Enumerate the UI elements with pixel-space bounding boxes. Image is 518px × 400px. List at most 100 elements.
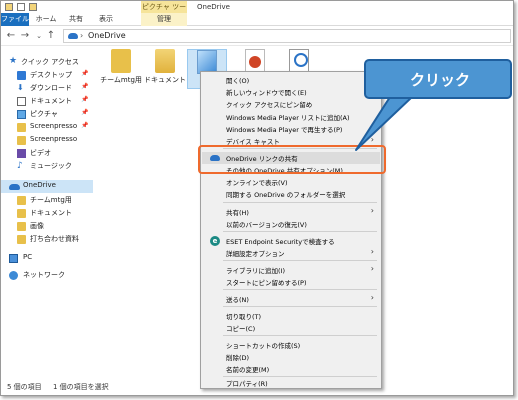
menu-item-pin-quick-access[interactable]: クイック アクセスにピン留め: [202, 98, 380, 110]
sidebar-item-downloads[interactable]: ⬇ ダウンロード 📌: [1, 82, 93, 95]
sidebar-item-desktop[interactable]: デスクトップ 📌: [1, 69, 93, 82]
pin-icon[interactable]: 📌: [81, 96, 88, 103]
menu-item-open-new-window[interactable]: 新しいウィンドウで開く(E): [202, 86, 380, 98]
pin-icon[interactable]: 📌: [81, 109, 88, 116]
sidebar-item-quick-access[interactable]: ★ クイック アクセス: [1, 56, 93, 69]
folder-icon[interactable]: [29, 3, 37, 11]
sidebar-item-label: PC: [23, 253, 33, 261]
menu-item-cut[interactable]: 切り取り(T): [202, 310, 380, 322]
title-bar: ピクチャ ツール OneDrive: [1, 1, 513, 23]
menu-item-label: Windows Media Player リストに追加(A): [226, 114, 350, 122]
recent-chevron-icon[interactable]: ⌄: [33, 30, 45, 42]
menu-item-share[interactable]: 共有(H) ›: [202, 206, 380, 218]
sidebar-item-documents[interactable]: ドキュメント 📌: [1, 95, 93, 108]
forward-arrow-icon[interactable]: →: [19, 30, 31, 42]
sidebar-item-onedrive-documents[interactable]: ドキュメント: [1, 207, 93, 220]
menu-item-label: 新しいウィンドウで開く(E): [226, 89, 307, 97]
menu-item-send-to[interactable]: 送る(N) ›: [202, 293, 380, 305]
sidebar-item-label: ミュージック: [30, 162, 72, 170]
sidebar-item-label: ドキュメント: [30, 209, 72, 217]
sidebar-item-team-mtg[interactable]: チームmtg用: [1, 194, 93, 207]
onedrive-cloud-icon: [9, 184, 20, 190]
pin-icon[interactable]: 📌: [81, 83, 88, 90]
menu-item-label: プロパティ(R): [226, 380, 268, 388]
pin-icon[interactable]: 📌: [81, 70, 88, 77]
folder-icon: [17, 222, 26, 231]
video-icon: [17, 149, 26, 158]
menu-item-eset-scan[interactable]: e ESET Endpoint Securityで検査する: [202, 235, 380, 247]
tab-view[interactable]: 表示: [95, 13, 117, 26]
sidebar-item-screenpresso[interactable]: Screenpresso 📌: [1, 121, 93, 134]
menu-item-delete[interactable]: 削除(D): [202, 351, 380, 363]
sidebar-item-pc[interactable]: PC: [1, 252, 93, 265]
sidebar-item-network[interactable]: ネットワーク: [1, 269, 93, 282]
sidebar-item-meeting-materials[interactable]: 打ち合わせ資料: [1, 233, 93, 246]
quick-access-toolbar-icon[interactable]: [5, 3, 13, 11]
checkbox-icon[interactable]: [17, 3, 25, 11]
sidebar-item-label: ドキュメント: [30, 97, 72, 105]
sidebar-item-label: OneDrive: [23, 181, 56, 189]
sidebar-item-label: ピクチャ: [30, 110, 58, 118]
folder-icon: [17, 136, 26, 145]
eset-icon: e: [210, 236, 220, 246]
sidebar-item-pictures[interactable]: ピクチャ 📌: [1, 108, 93, 121]
menu-item-label: 送る(N): [226, 296, 249, 304]
powerpoint-icon: [245, 49, 265, 73]
picture-tools-header: ピクチャ ツール: [141, 1, 187, 23]
tab-home[interactable]: ホーム: [33, 13, 59, 26]
menu-item-rename[interactable]: 名前の変更(M): [202, 363, 380, 375]
menu-item-open[interactable]: 開く(O): [202, 74, 380, 86]
up-arrow-icon[interactable]: ↑: [45, 30, 57, 42]
pin-icon[interactable]: 📌: [81, 122, 88, 129]
pictures-icon: [17, 110, 26, 119]
menu-item-properties[interactable]: プロパティ(R): [202, 377, 380, 389]
sidebar-item-screenpresso-2[interactable]: Screenpresso: [1, 134, 93, 147]
selected-count: 1 個の項目を選択: [53, 383, 109, 391]
menu-item-choose-onedrive-folders[interactable]: 同期する OneDrive のフォルダーを選択: [202, 188, 380, 200]
folder-icon: [17, 196, 26, 205]
menu-item-label: Windows Media Player で再生する(P): [226, 126, 343, 134]
menu-item-label: ショートカットの作成(S): [226, 342, 301, 350]
download-icon: ⬇: [17, 83, 24, 92]
sidebar-item-label: チームmtg用: [30, 196, 72, 204]
address-row: ← → ⌄ ↑ › OneDrive: [1, 26, 513, 46]
menu-item-add-wmp-list[interactable]: Windows Media Player リストに追加(A): [202, 111, 380, 123]
menu-item-label: コピー(C): [226, 325, 256, 333]
menu-separator: [223, 202, 377, 203]
music-icon: ♪: [17, 161, 23, 171]
submenu-arrow-icon: ›: [370, 247, 374, 256]
item-count: 5 個の項目: [7, 383, 42, 391]
sidebar-item-images[interactable]: 画像: [1, 220, 93, 233]
context-menu: 開く(O) 新しいウィンドウで開く(E) クイック アクセスにピン留め Wind…: [200, 71, 382, 389]
folder-icon: [111, 49, 131, 73]
folder-icon: [17, 235, 26, 244]
breadcrumb[interactable]: OneDrive: [88, 31, 126, 40]
sidebar-item-onedrive[interactable]: OneDrive: [1, 180, 93, 193]
menu-item-pin-to-start[interactable]: スタートにピン留めする(P): [202, 276, 380, 288]
menu-item-restore-previous-versions[interactable]: 以前のバージョンの復元(V): [202, 218, 380, 230]
folder-icon: [17, 123, 26, 132]
back-arrow-icon[interactable]: ←: [5, 30, 17, 42]
tab-file[interactable]: ファイル: [1, 13, 29, 26]
tab-manage[interactable]: 管理: [141, 13, 187, 26]
menu-item-play-wmp[interactable]: Windows Media Player で再生する(P): [202, 123, 380, 135]
address-bar[interactable]: › OneDrive: [63, 29, 511, 43]
menu-item-view-online[interactable]: オンラインで表示(V): [202, 176, 380, 188]
onedrive-cloud-icon: [68, 33, 78, 39]
file-item[interactable]: チームmtg用: [99, 49, 143, 85]
callout-label: クリック: [409, 71, 470, 89]
file-item[interactable]: [233, 49, 277, 73]
menu-item-create-shortcut[interactable]: ショートカットの作成(S): [202, 339, 380, 351]
submenu-arrow-icon: ›: [370, 264, 374, 273]
menu-item-copy[interactable]: コピー(C): [202, 322, 380, 334]
breadcrumb-separator-icon[interactable]: ›: [80, 31, 83, 40]
file-item[interactable]: ドキュメント: [143, 49, 187, 85]
sidebar-item-videos[interactable]: ビデオ: [1, 147, 93, 160]
sidebar-item-label: ネットワーク: [23, 271, 65, 279]
navigation-pane: ★ クイック アクセス デスクトップ 📌 ⬇ ダウンロード 📌 ドキュメント 📌…: [1, 46, 93, 376]
tab-share[interactable]: 共有: [65, 13, 87, 26]
menu-item-advanced-options[interactable]: 詳細設定オプション ›: [202, 247, 380, 259]
menu-item-add-to-library[interactable]: ライブラリに追加(I) ›: [202, 264, 380, 276]
menu-item-label: 以前のバージョンの復元(V): [226, 221, 307, 229]
sidebar-item-music[interactable]: ♪ ミュージック: [1, 160, 93, 173]
